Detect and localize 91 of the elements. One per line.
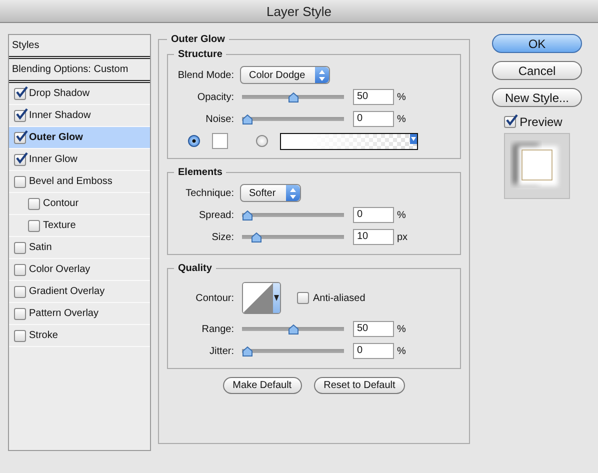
- checkmark-icon: [15, 130, 28, 142]
- number-field[interactable]: 50: [353, 89, 394, 105]
- stepper-arrows-icon: [288, 186, 297, 200]
- field-label: Opacity:: [196, 92, 234, 102]
- unit-label: %: [397, 210, 406, 220]
- list-item[interactable]: Pattern Overlay: [9, 303, 150, 325]
- dropdown-value: Softer: [248, 188, 277, 198]
- checkbox[interactable]: [14, 176, 26, 188]
- checkbox[interactable]: [14, 242, 26, 254]
- button[interactable]: Reset to Default: [314, 377, 406, 394]
- field-label: Spread:: [198, 210, 234, 220]
- number-field[interactable]: 10: [353, 229, 394, 245]
- checkbox[interactable]: [28, 198, 40, 210]
- unit-label: %: [397, 92, 406, 102]
- checkbox[interactable]: [14, 110, 26, 122]
- dropdown[interactable]: Softer: [240, 184, 301, 202]
- preview-drawing: [505, 134, 569, 198]
- number-field[interactable]: 50: [353, 321, 394, 337]
- list-item[interactable]: Contour: [9, 193, 150, 215]
- item-label: Outer Glow: [29, 132, 83, 143]
- list-item[interactable]: Texture: [9, 215, 150, 237]
- item-label: Pattern Overlay: [29, 308, 98, 319]
- stepper-arrows-icon: [318, 68, 326, 82]
- unit-label: %: [397, 346, 406, 356]
- field-label: Technique:: [184, 188, 234, 198]
- unit-label: %: [397, 324, 406, 334]
- section-title: Elements: [177, 167, 224, 178]
- field-label: Noise:: [204, 114, 234, 124]
- list-item[interactable]: Satin: [9, 237, 150, 259]
- window-title: Layer Style: [266, 4, 332, 18]
- checkbox-label: Anti-aliased: [313, 292, 366, 304]
- section-title: Quality: [177, 263, 213, 274]
- checkbox[interactable]: [14, 308, 26, 320]
- radio-button[interactable]: [188, 135, 200, 147]
- item-label: Inner Shadow: [29, 110, 91, 121]
- checkbox[interactable]: [14, 88, 26, 100]
- list-item[interactable]: Drop Shadow: [9, 83, 150, 105]
- section-title: Structure: [177, 49, 224, 60]
- contour-picker[interactable]: [242, 282, 281, 314]
- list-item[interactable]: Bevel and Emboss: [9, 171, 150, 193]
- checkbox[interactable]: [14, 286, 26, 298]
- item-label: Contour: [43, 198, 79, 209]
- checkmark-icon: [15, 108, 28, 120]
- button[interactable]: Cancel: [492, 61, 582, 80]
- color-swatch[interactable]: [212, 133, 228, 149]
- checkbox[interactable]: [14, 132, 26, 144]
- dropdown[interactable]: Color Dodge: [240, 66, 330, 84]
- checkbox[interactable]: [28, 220, 40, 232]
- checkmark-icon: [15, 86, 28, 98]
- unit-label: %: [397, 114, 406, 124]
- field-label: Range:: [200, 324, 234, 334]
- checkmark-icon: [15, 152, 28, 164]
- list-item[interactable]: Styles: [9, 35, 150, 59]
- checkbox[interactable]: [504, 116, 516, 128]
- number-field[interactable]: 0: [353, 111, 394, 127]
- checkmark-icon: [504, 114, 518, 126]
- radio-button[interactable]: [256, 135, 268, 147]
- list-item[interactable]: Outer Glow: [9, 127, 150, 149]
- item-label: Gradient Overlay: [29, 286, 105, 297]
- gradient-picker[interactable]: [280, 132, 418, 150]
- checkbox[interactable]: [297, 292, 309, 304]
- item-label: Stroke: [29, 330, 58, 341]
- list-item[interactable]: Color Overlay: [9, 259, 150, 281]
- number-field[interactable]: 0: [353, 207, 394, 223]
- dropdown-value: Color Dodge: [248, 70, 306, 80]
- button[interactable]: Make Default: [222, 377, 302, 394]
- checkbox[interactable]: [14, 330, 26, 342]
- item-label: Color Overlay: [29, 264, 90, 275]
- field-label: Jitter:: [208, 346, 234, 356]
- item-label: Texture: [43, 220, 76, 231]
- checkbox[interactable]: [14, 154, 26, 166]
- field-label: Size:: [210, 232, 234, 242]
- button[interactable]: OK: [492, 34, 582, 53]
- checkbox-label: Preview: [520, 115, 562, 129]
- list-item[interactable]: Stroke: [9, 325, 150, 347]
- list-item[interactable]: Inner Glow: [9, 149, 150, 171]
- dropdown-arrow-icon: [410, 134, 417, 144]
- unit-label: px: [397, 232, 408, 242]
- field-label: Contour:: [194, 292, 234, 304]
- section-title: Outer Glow: [170, 34, 226, 45]
- item-label: Satin: [29, 242, 52, 253]
- item-label: Inner Glow: [29, 154, 78, 165]
- curve-preview-icon: [243, 283, 273, 313]
- list-item[interactable]: Blending Options: Custom: [9, 59, 150, 83]
- checkbox[interactable]: [14, 264, 26, 276]
- list-item[interactable]: Gradient Overlay: [9, 281, 150, 303]
- field-label: Blend Mode:: [176, 70, 234, 80]
- item-label: Drop Shadow: [29, 88, 90, 99]
- item-label: Bevel and Emboss: [29, 176, 112, 187]
- number-field[interactable]: 0: [353, 343, 394, 359]
- button[interactable]: New Style...: [492, 88, 582, 107]
